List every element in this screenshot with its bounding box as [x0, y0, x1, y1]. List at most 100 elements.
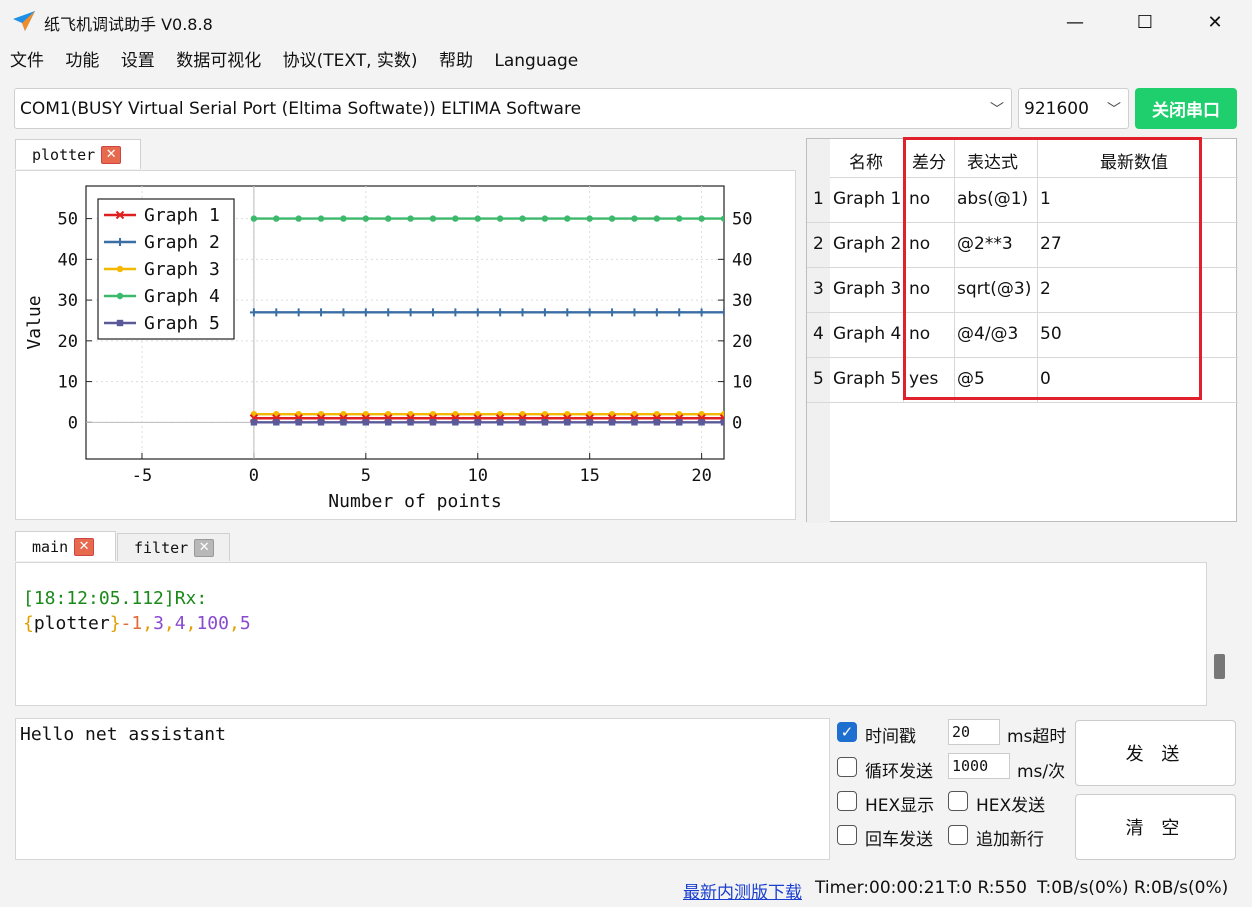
close-icon[interactable]: ✕ [74, 537, 95, 556]
log-scrollbar[interactable] [1207, 562, 1234, 706]
data-point [474, 419, 481, 426]
enter-send-checkbox[interactable] [837, 825, 857, 845]
x-tick-label: 20 [691, 466, 711, 486]
baud-select[interactable]: 921600 ﹀ [1018, 88, 1129, 129]
data-point [452, 215, 459, 222]
minimize-button[interactable]: — [1040, 0, 1110, 44]
enter-send-label: 回车发送 [865, 830, 933, 850]
row-index: 1 [813, 189, 824, 209]
y-tick-label-right: 50 [732, 210, 752, 230]
legend-label: Graph 5 [144, 313, 220, 334]
data-point [676, 419, 683, 426]
highlight-box [903, 137, 1202, 400]
tab-main[interactable]: main ✕ [15, 531, 116, 561]
loop-interval-input[interactable]: 1000 [948, 753, 1010, 779]
table-cell-name[interactable]: Graph 4 [833, 324, 901, 344]
receive-log[interactable]: [18:12:05.112]Rx: {plotter}-1,3,4,100,5 [15, 562, 1207, 706]
table-cell-name[interactable]: Graph 2 [833, 234, 901, 254]
menu-function[interactable]: 功能 [65, 46, 99, 76]
menu-protocol[interactable]: 协议(TEXT, 实数) [283, 46, 418, 76]
status-counts: T:0 R:550 [947, 878, 1027, 898]
port-select-value: COM1(BUSY Virtual Serial Port (Eltima So… [20, 99, 582, 119]
tab-main-label: main [32, 537, 69, 556]
menu-file[interactable]: 文件 [10, 46, 44, 76]
legend-label: Graph 4 [144, 286, 220, 307]
tab-filter[interactable]: filter ✕ [117, 533, 230, 561]
data-point [250, 215, 258, 222]
table-cell-name[interactable]: Graph 1 [833, 189, 901, 209]
data-point [116, 292, 124, 300]
timestamp-checkbox[interactable]: ✓ [837, 722, 857, 742]
tab-plotter[interactable]: plotter ✕ [15, 139, 141, 169]
status-timer: Timer:00:00:21 [815, 878, 946, 898]
data-point [385, 419, 392, 426]
send-input[interactable]: Hello net assistant [15, 718, 830, 860]
menu-language[interactable]: Language [494, 46, 578, 76]
maximize-button[interactable]: ☐ [1110, 0, 1180, 44]
loop-send-checkbox[interactable] [837, 757, 857, 777]
send-button[interactable]: 发 送 [1075, 720, 1236, 786]
table-cell-name[interactable]: Graph 5 [833, 369, 901, 389]
data-point [631, 419, 638, 426]
hex-display-checkbox[interactable] [837, 791, 857, 811]
menu-help[interactable]: 帮助 [439, 46, 473, 76]
data-point [273, 419, 280, 426]
log-value: 100 [196, 613, 229, 634]
y-tick-label: 20 [58, 332, 78, 352]
y-tick-label: 40 [58, 250, 78, 270]
y-tick-label-right: 30 [732, 291, 752, 311]
data-point [362, 215, 370, 222]
legend-label: Graph 2 [144, 232, 220, 253]
log-sep: , [142, 613, 154, 634]
hex-send-label: HEX发送 [976, 796, 1046, 816]
row-index: 2 [813, 234, 824, 254]
table-cell-name[interactable]: Graph 3 [833, 279, 901, 299]
title-bar: 纸飞机调试助手 V0.8.8 — ☐ ✕ [0, 0, 1252, 44]
expression-table: 名称 差分 表达式 最新数值 1 Graph 1 no abs(@1) 1 2 Graph 2 no @… [806, 137, 1238, 523]
data-point [340, 215, 347, 222]
close-icon[interactable]: ✕ [101, 145, 122, 164]
log-value: 3 [153, 613, 164, 634]
data-point [362, 419, 370, 426]
log-scrollbar-thumb[interactable] [1214, 654, 1225, 679]
line-chart[interactable]: -5 0 5 10 15 20 0 0 10 10 20 20 30 30 40 40 50 50 Number o… [16, 171, 797, 521]
menu-visualization[interactable]: 数据可视化 [176, 46, 261, 76]
data-point [429, 419, 437, 426]
data-point [250, 419, 258, 426]
data-point [317, 419, 325, 426]
loop-interval-unit: ms/次 [1017, 762, 1066, 782]
hex-display-label: HEX显示 [865, 796, 935, 816]
baud-select-value: 921600 [1024, 99, 1089, 119]
loop-send-label: 循环发送 [865, 762, 933, 782]
close-icon[interactable]: ✕ [194, 538, 215, 557]
y-tick-label-right: 40 [732, 250, 752, 270]
legend-marker [116, 265, 124, 273]
data-point [720, 215, 724, 222]
data-point [116, 319, 124, 327]
legend-marker [116, 292, 124, 300]
menu-settings[interactable]: 设置 [121, 46, 155, 76]
hex-send-checkbox[interactable] [948, 791, 968, 811]
beta-download-link[interactable]: 最新内测版下载 [683, 878, 802, 904]
log-timestamp: [18:12:05.112]Rx: [23, 588, 208, 609]
log-brace: { [23, 613, 34, 634]
close-port-button[interactable]: 关闭串口 [1135, 88, 1237, 129]
menu-bar: 文件 功能 设置 数据可视化 协议(TEXT, 实数) 帮助 Language [0, 46, 584, 76]
data-point [586, 215, 593, 222]
data-point [496, 419, 504, 426]
data-point [295, 215, 302, 222]
x-tick-label: -5 [132, 466, 152, 486]
timeout-input[interactable]: 20 [948, 719, 1000, 745]
send-input-text: Hello net assistant [20, 724, 226, 745]
close-window-button[interactable]: ✕ [1180, 0, 1250, 44]
data-point [452, 419, 459, 426]
tab-filter-label: filter [134, 538, 189, 557]
append-newline-checkbox[interactable] [948, 825, 968, 845]
y-tick-label: 0 [68, 413, 78, 433]
legend-label: Graph 3 [144, 259, 220, 280]
port-select[interactable]: COM1(BUSY Virtual Serial Port (Eltima So… [14, 88, 1012, 129]
log-line: {plotter}-1,3,4,100,5 [23, 613, 251, 634]
status-rates: T:0B/s(0%) R:0B/s(0%) [1037, 878, 1229, 898]
clear-button[interactable]: 清 空 [1075, 794, 1236, 860]
data-point [317, 215, 325, 222]
